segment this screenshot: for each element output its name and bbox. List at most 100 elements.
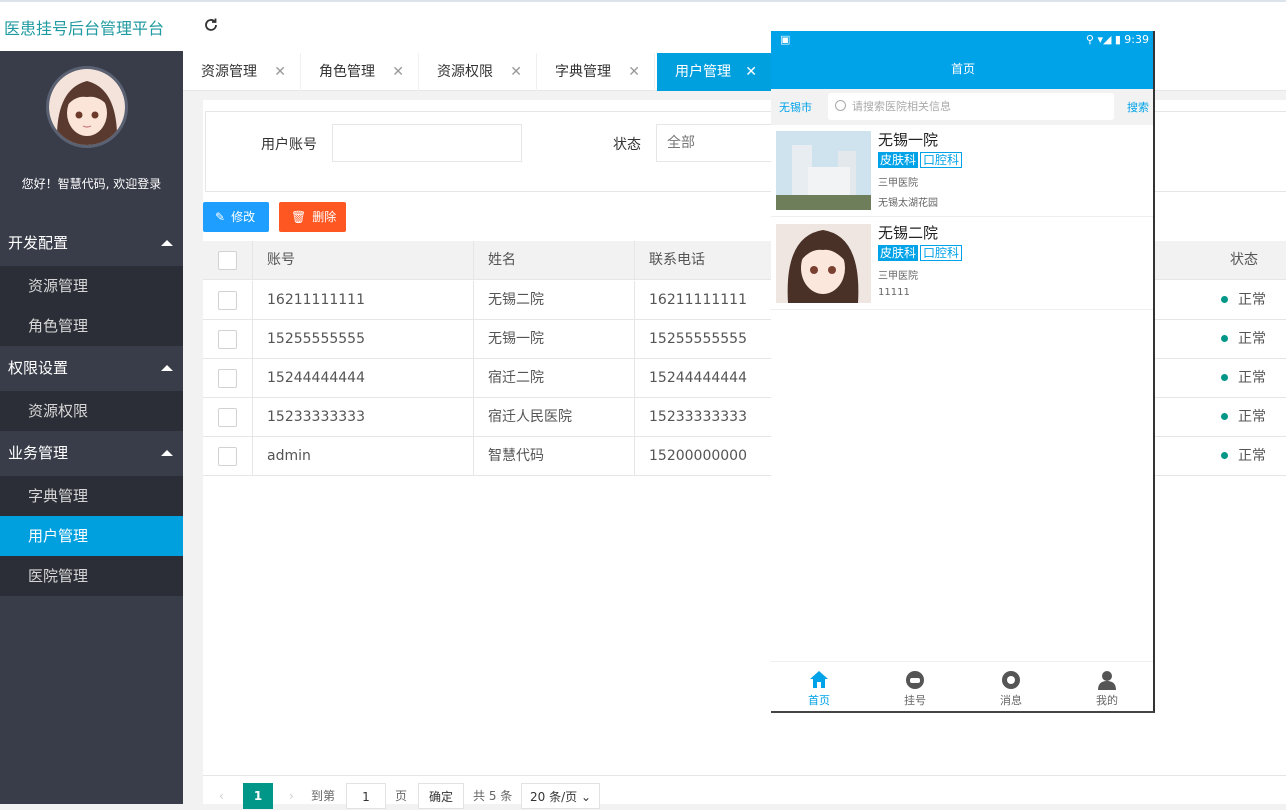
nav-item-resource-permission[interactable]: 资源权限 xyxy=(0,391,183,431)
tab-label: 消息 xyxy=(1000,694,1022,707)
sidebar: 您好！智慧代码, 欢迎登录 开发配置 资源管理 角色管理 权限设置 资源权限 业… xyxy=(0,51,183,804)
row-checkbox-cell xyxy=(203,398,253,437)
hospital-card[interactable]: 无锡一院 皮肤科 口腔科 三甲医院 无锡太湖花园 xyxy=(771,125,1153,217)
tab-resource-permission[interactable]: 资源权限 ✕ xyxy=(419,53,537,91)
home-icon xyxy=(810,671,828,688)
status-text: 正常 xyxy=(1238,331,1266,347)
cell-phone: 16211111111 xyxy=(649,292,747,308)
phone-tab-profile[interactable]: 我的 xyxy=(1059,662,1153,711)
row-checkbox[interactable] xyxy=(218,447,237,466)
account-input[interactable] xyxy=(332,124,522,162)
user-icon xyxy=(1098,671,1116,690)
phone-tab-home[interactable]: 首页 xyxy=(771,662,867,711)
nav-group-business[interactable]: 业务管理 xyxy=(0,431,183,476)
tab-role-management[interactable]: 角色管理 ✕ xyxy=(301,53,419,91)
search-icon xyxy=(835,100,846,111)
status-dot xyxy=(1221,334,1228,342)
pagination: ‹ 1 › 到第 1 页 确定 共 5 条 20 条/页 ⌄ xyxy=(203,775,1286,809)
phone-search-button[interactable]: 搜索 xyxy=(1127,99,1149,115)
column-header-status[interactable]: 状态 xyxy=(1230,241,1258,280)
cell-name: 宿迁人民医院 xyxy=(474,398,635,437)
row-checkbox[interactable] xyxy=(218,408,237,427)
nav-item-resource-management[interactable]: 资源管理 xyxy=(0,266,183,306)
hospital-image xyxy=(776,224,871,303)
app-title: 医患挂号后台管理平台 xyxy=(4,19,165,38)
column-header-account[interactable]: 账号 xyxy=(253,241,474,280)
tab-dictionary[interactable]: 字典管理 ✕ xyxy=(537,53,655,91)
row-checkbox-cell xyxy=(203,281,253,320)
hospital-level: 三甲医院 xyxy=(878,178,918,189)
department-tag: 口腔科 xyxy=(920,245,963,261)
nav-group-permissions[interactable]: 权限设置 xyxy=(0,346,183,391)
cell-status: 正常 xyxy=(1221,398,1266,437)
city-selector[interactable]: 无锡市 xyxy=(779,99,812,115)
cell-phone: 15244444444 xyxy=(649,370,747,386)
tab-label: 角色管理 xyxy=(319,64,375,80)
phone-search-input[interactable]: 请搜索医院相关信息 xyxy=(828,93,1114,120)
goto-confirm-button[interactable]: 确定 xyxy=(418,783,464,809)
prev-page-icon[interactable]: ‹ xyxy=(219,783,224,809)
cell-phone: 15233333333 xyxy=(649,409,747,425)
row-checkbox[interactable] xyxy=(218,330,237,349)
phone-search-bar: 无锡市 请搜索医院相关信息 搜索 xyxy=(771,89,1153,125)
goto-page-input[interactable]: 1 xyxy=(346,783,386,809)
nav-item-user-management[interactable]: 用户管理 xyxy=(0,516,183,556)
phone-status-bar: ▣ ⚲ ▾◢ ▮ 9:39 xyxy=(771,31,1153,49)
page-size-value: 20 条/页 xyxy=(529,790,578,804)
row-checkbox[interactable] xyxy=(218,369,237,388)
page-size-select[interactable]: 20 条/页 ⌄ xyxy=(521,783,600,809)
total-count: 共 5 条 xyxy=(473,789,513,803)
close-icon[interactable]: ✕ xyxy=(510,53,522,91)
edit-button[interactable]: ✎ 修改 xyxy=(203,202,269,232)
close-icon[interactable]: ✕ xyxy=(274,53,286,91)
tab-label: 用户管理 xyxy=(675,64,731,80)
tab-user-management[interactable]: 用户管理 ✕ xyxy=(657,53,772,91)
tab-label: 首页 xyxy=(808,694,830,707)
status-dot xyxy=(1221,412,1228,420)
cell-status: 正常 xyxy=(1221,281,1266,320)
page-unit-label: 页 xyxy=(395,789,408,803)
phone-tab-messages[interactable]: 消息 xyxy=(963,662,1059,711)
phone-tab-register[interactable]: 挂号 xyxy=(867,662,963,711)
nav-item-dictionary[interactable]: 字典管理 xyxy=(0,476,183,516)
hospital-level: 三甲医院 xyxy=(878,271,918,282)
cell-name: 智慧代码 xyxy=(474,437,635,476)
cell-phone: 15200000000 xyxy=(649,448,747,464)
cell-name: 宿迁二院 xyxy=(474,359,635,398)
column-header-phone[interactable]: 联系电话 xyxy=(635,241,775,280)
close-icon[interactable]: ✕ xyxy=(392,53,404,91)
next-page-icon[interactable]: › xyxy=(289,783,294,809)
caret-up-icon xyxy=(161,365,173,371)
column-header-name[interactable]: 姓名 xyxy=(474,241,635,280)
tab-resource-management[interactable]: 资源管理 ✕ xyxy=(183,53,301,91)
pencil-icon: ✎ xyxy=(215,210,226,224)
chevron-down-icon: ⌄ xyxy=(580,790,592,804)
status-dot xyxy=(1221,295,1228,303)
cell-account: 15244444444 xyxy=(253,359,474,398)
hospital-name: 无锡二院 xyxy=(878,224,939,242)
close-icon[interactable]: ✕ xyxy=(628,53,640,91)
cell-status: 正常 xyxy=(1221,359,1266,398)
row-checkbox-cell xyxy=(203,320,253,359)
status-label: 状态 xyxy=(613,137,641,153)
nav-group-label: 权限设置 xyxy=(8,359,69,377)
cell-status: 正常 xyxy=(1221,320,1266,359)
nav-group-label: 业务管理 xyxy=(8,444,69,462)
hospital-card[interactable]: 无锡二院 皮肤科 口腔科 三甲医院 11111 xyxy=(771,218,1153,310)
status-dot xyxy=(1221,373,1228,381)
department-tags: 皮肤科 口腔科 xyxy=(878,245,963,261)
select-all-checkbox[interactable] xyxy=(218,251,237,270)
hospital-building-image xyxy=(776,131,871,210)
close-icon[interactable]: ✕ xyxy=(745,53,757,91)
nav-item-role-management[interactable]: 角色管理 xyxy=(0,306,183,346)
goto-label: 到第 xyxy=(311,789,336,803)
nav-item-hospital-management[interactable]: 医院管理 xyxy=(0,556,183,596)
register-icon xyxy=(906,671,924,689)
tab-label: 资源管理 xyxy=(201,64,257,80)
row-checkbox[interactable] xyxy=(218,291,237,310)
current-page[interactable]: 1 xyxy=(243,783,273,809)
refresh-icon[interactable] xyxy=(202,16,220,34)
delete-button[interactable]: 🗑 删除 xyxy=(279,202,346,232)
edit-button-label: 修改 xyxy=(231,210,256,224)
nav-group-dev-config[interactable]: 开发配置 xyxy=(0,221,183,266)
